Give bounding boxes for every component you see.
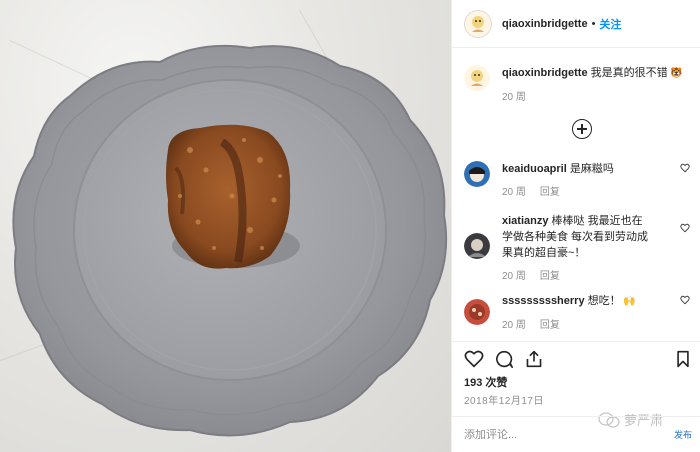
comment-username[interactable]: sssssssssherry — [502, 295, 585, 307]
comment-username[interactable]: keaiduoapril — [502, 163, 567, 175]
likes-count[interactable]: 193 次赞 — [464, 374, 507, 390]
post-details-panel: qiaoxinbridgette • 关注 qiaoxinbridgette 我… — [451, 0, 700, 452]
heart-icon[interactable] — [464, 350, 484, 368]
post-actions — [452, 341, 700, 375]
comment-item: sssssssssherry 想吃！ 🙌 20 周回复 — [464, 293, 690, 331]
raised-hands-icon: 🙌 — [620, 296, 636, 307]
post-viewer: qiaoxinbridgette • 关注 qiaoxinbridgette 我… — [0, 0, 700, 452]
like-comment-icon[interactable] — [680, 163, 690, 173]
share-icon[interactable] — [524, 350, 544, 368]
caption-body: qiaoxinbridgette 我是真的很不错 🐯 — [502, 65, 690, 82]
comment-text: 想吃！ — [587, 295, 621, 307]
comments-list: qiaoxinbridgette 我是真的很不错 🐯 20 周 keaiduoa… — [452, 49, 700, 341]
caption-avatar[interactable] — [464, 65, 490, 91]
comment-item: keaiduoapril 是麻糍吗 20 周回复 — [464, 161, 690, 198]
emoji-icon: 🐯 — [667, 68, 683, 79]
caption-time[interactable]: 20 周 — [502, 88, 526, 103]
comment-time[interactable]: 20 周 — [502, 316, 526, 331]
comment-time[interactable]: 20 周 — [502, 183, 526, 198]
caption-text: 我是真的很不错 — [590, 67, 668, 79]
plate-image — [12, 44, 448, 437]
author-username[interactable]: qiaoxinbridgette — [502, 18, 588, 30]
caption: qiaoxinbridgette 我是真的很不错 🐯 20 周 — [464, 65, 690, 103]
separator-dot: • — [591, 17, 596, 30]
commenter-avatar[interactable] — [464, 299, 490, 325]
comment-body: keaiduoapril 是麻糍吗 — [502, 161, 690, 177]
bookmark-icon[interactable] — [676, 350, 690, 368]
reply-button[interactable]: 回复 — [540, 267, 560, 282]
comment-text: 是麻糍吗 — [569, 163, 614, 175]
like-comment-icon[interactable] — [680, 295, 690, 305]
author-avatar[interactable] — [464, 9, 492, 38]
commenter-avatar[interactable] — [464, 161, 490, 187]
reply-button[interactable]: 回复 — [540, 316, 560, 331]
post-date[interactable]: 2018年12月17日 — [464, 392, 544, 407]
comment-body: xiatianzy 棒棒哒 我最近也在学做各种美食 每次看到劳动成果真的超自豪~… — [502, 213, 650, 261]
follow-button[interactable]: 关注 — [599, 16, 621, 32]
comment-body: sssssssssherry 想吃！ 🙌 — [502, 293, 690, 310]
comment-username[interactable]: xiatianzy — [502, 215, 548, 227]
add-comment-bar — [452, 416, 700, 452]
caption-username[interactable]: qiaoxinbridgette — [502, 67, 588, 79]
comment-item: xiatianzy 棒棒哒 我最近也在学做各种美食 每次看到劳动成果真的超自豪~… — [464, 213, 690, 282]
like-comment-icon[interactable] — [680, 223, 690, 233]
comment-time[interactable]: 20 周 — [502, 267, 526, 282]
add-comment-input[interactable] — [464, 428, 634, 441]
post-header: qiaoxinbridgette • 关注 — [452, 0, 700, 48]
load-more-comments-button[interactable] — [572, 119, 592, 139]
comment-icon[interactable] — [494, 350, 514, 368]
reply-button[interactable]: 回复 — [540, 183, 560, 198]
commenter-avatar[interactable] — [464, 233, 490, 259]
post-photo[interactable] — [0, 0, 451, 452]
